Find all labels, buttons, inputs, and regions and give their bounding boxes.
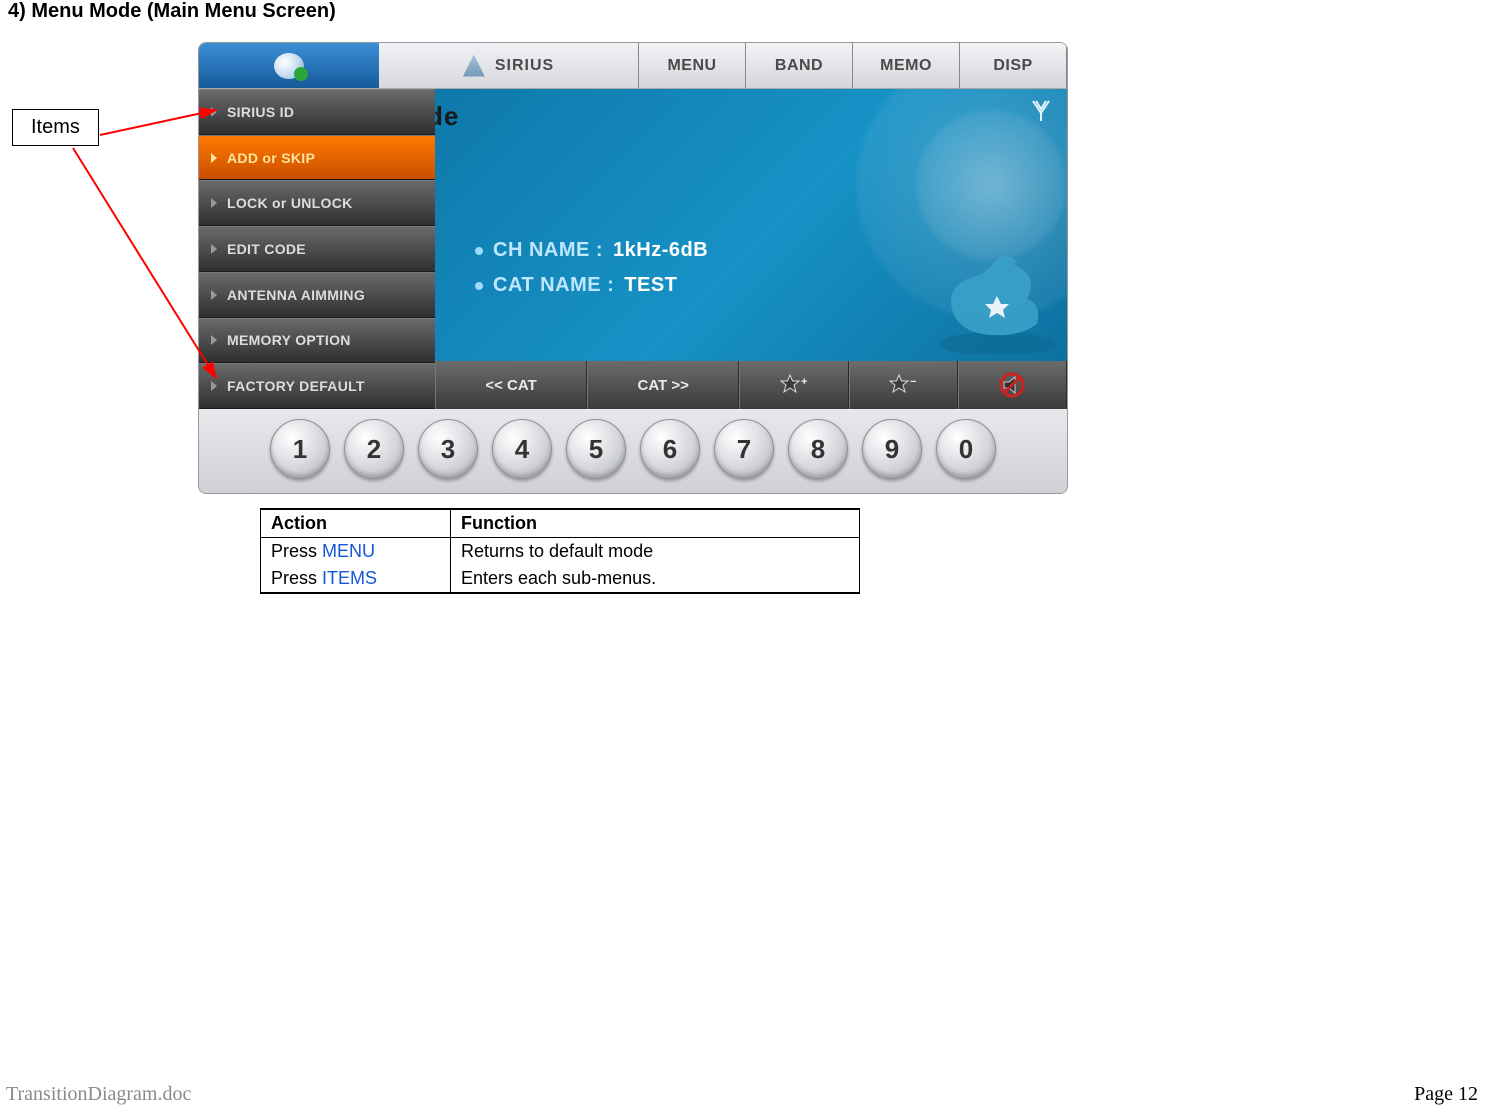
table-cell-function: Enters each sub-menus.: [451, 565, 860, 593]
ch-name-row: CH NAME : 1kHz-6dB: [475, 239, 708, 262]
num-button-7[interactable]: 7: [714, 419, 774, 479]
antenna-icon: [1029, 97, 1053, 121]
svg-text:+: +: [801, 376, 807, 388]
num-button-6[interactable]: 6: [640, 419, 700, 479]
num-button-4[interactable]: 4: [492, 419, 552, 479]
action-function-table: Action Function Press MENU Returns to de…: [260, 508, 860, 594]
sidemenu-item-label: LOCK or UNLOCK: [227, 195, 353, 211]
mute-icon: [998, 371, 1026, 399]
sidemenu-item-lock-unlock[interactable]: LOCK or UNLOCK: [199, 180, 435, 226]
table-header-action: Action: [261, 509, 451, 538]
num-button-5[interactable]: 5: [566, 419, 626, 479]
bullet-icon: [475, 282, 483, 290]
chevron-right-icon: [211, 381, 217, 391]
bullet-icon: [475, 247, 483, 255]
footer-page-number: Page 12: [1414, 1083, 1478, 1106]
callout-items-box: Items: [12, 109, 99, 146]
sidemenu-item-label: ANTENNA AIMMING: [227, 287, 365, 303]
cat-name-value: TEST: [624, 274, 677, 297]
num-button-8[interactable]: 8: [788, 419, 848, 479]
fav-add-button[interactable]: +: [739, 361, 848, 409]
number-row: 1 2 3 4 5 6 7 8 9 0: [199, 409, 1067, 493]
table-header-function: Function: [451, 509, 860, 538]
ch-name-value: 1kHz-6dB: [613, 239, 708, 262]
chevron-right-icon: [211, 198, 217, 208]
category-bar: << CAT CAT >> + −: [435, 361, 1067, 409]
cat-name-label: CAT NAME :: [493, 274, 614, 297]
cat-prev-button[interactable]: << CAT: [435, 361, 587, 409]
mute-button[interactable]: [958, 361, 1067, 409]
sidemenu-item-label: SIRIUS ID: [227, 104, 294, 120]
side-menu: SIRIUS ID ADD or SKIP LOCK or UNLOCK EDI…: [199, 89, 435, 409]
sidemenu-item-label: ADD or SKIP: [227, 150, 315, 166]
num-button-9[interactable]: 9: [862, 419, 922, 479]
cat-name-row: CAT NAME : TEST: [475, 274, 677, 297]
cat-next-button[interactable]: CAT >>: [587, 361, 739, 409]
ch-name-label: CH NAME :: [493, 239, 603, 262]
chevron-right-icon: [211, 335, 217, 345]
disp-button[interactable]: DISP: [960, 43, 1067, 88]
num-button-2[interactable]: 2: [344, 419, 404, 479]
table-cell-press: Press: [271, 541, 322, 561]
sirius-tab[interactable]: SIRIUS: [379, 43, 639, 88]
device-screenshot: SIRIUS MENU BAND MEMO DISP SIRIUS ID ADD…: [198, 42, 1068, 494]
menu-button[interactable]: MENU: [639, 43, 746, 88]
sidemenu-item-edit-code[interactable]: EDIT CODE: [199, 226, 435, 272]
top-bar: SIRIUS MENU BAND MEMO DISP: [199, 43, 1067, 89]
table-cell-keyword: ITEMS: [322, 568, 377, 588]
num-button-0[interactable]: 0: [936, 419, 996, 479]
chevron-right-icon: [211, 153, 217, 163]
num-button-3[interactable]: 3: [418, 419, 478, 479]
chevron-right-icon: [211, 290, 217, 300]
mode-fragment: de: [435, 101, 459, 132]
table-row: Press MENU Returns to default mode: [261, 538, 860, 566]
table-cell-keyword: MENU: [322, 541, 375, 561]
home-tab[interactable]: [199, 43, 379, 88]
band-button[interactable]: BAND: [746, 43, 853, 88]
chevron-right-icon: [211, 244, 217, 254]
sidemenu-item-sirius-id[interactable]: SIRIUS ID: [199, 89, 435, 135]
sirius-mascot-icon: [887, 244, 1057, 354]
sidemenu-item-memory-option[interactable]: MEMORY OPTION: [199, 318, 435, 364]
table-row: Press ITEMS Enters each sub-menus.: [261, 565, 860, 593]
star-minus-icon: −: [889, 373, 917, 397]
home-icon: [274, 53, 304, 79]
table-cell-press: Press: [271, 568, 322, 588]
content-pane: de CH NAME : 1kHz-6dB CAT NAME : TEST: [435, 89, 1067, 409]
sirius-icon: [463, 55, 485, 77]
sidemenu-item-factory-default[interactable]: FACTORY DEFAULT: [199, 363, 435, 409]
star-plus-icon: +: [780, 373, 808, 397]
sidemenu-item-label: EDIT CODE: [227, 241, 306, 257]
memo-button[interactable]: MEMO: [853, 43, 960, 88]
sirius-label: SIRIUS: [495, 57, 554, 75]
footer-filename: TransitionDiagram.doc: [6, 1083, 191, 1106]
sidemenu-item-add-or-skip[interactable]: ADD or SKIP: [199, 135, 435, 181]
chevron-right-icon: [211, 107, 217, 117]
sidemenu-item-antenna-aimming[interactable]: ANTENNA AIMMING: [199, 272, 435, 318]
num-button-1[interactable]: 1: [270, 419, 330, 479]
sidemenu-item-label: MEMORY OPTION: [227, 332, 351, 348]
sidemenu-item-label: FACTORY DEFAULT: [227, 378, 365, 394]
fav-remove-button[interactable]: −: [849, 361, 958, 409]
svg-text:−: −: [910, 376, 916, 388]
table-cell-function: Returns to default mode: [451, 538, 860, 566]
page-title: 4) Menu Mode (Main Menu Screen): [8, 0, 336, 23]
